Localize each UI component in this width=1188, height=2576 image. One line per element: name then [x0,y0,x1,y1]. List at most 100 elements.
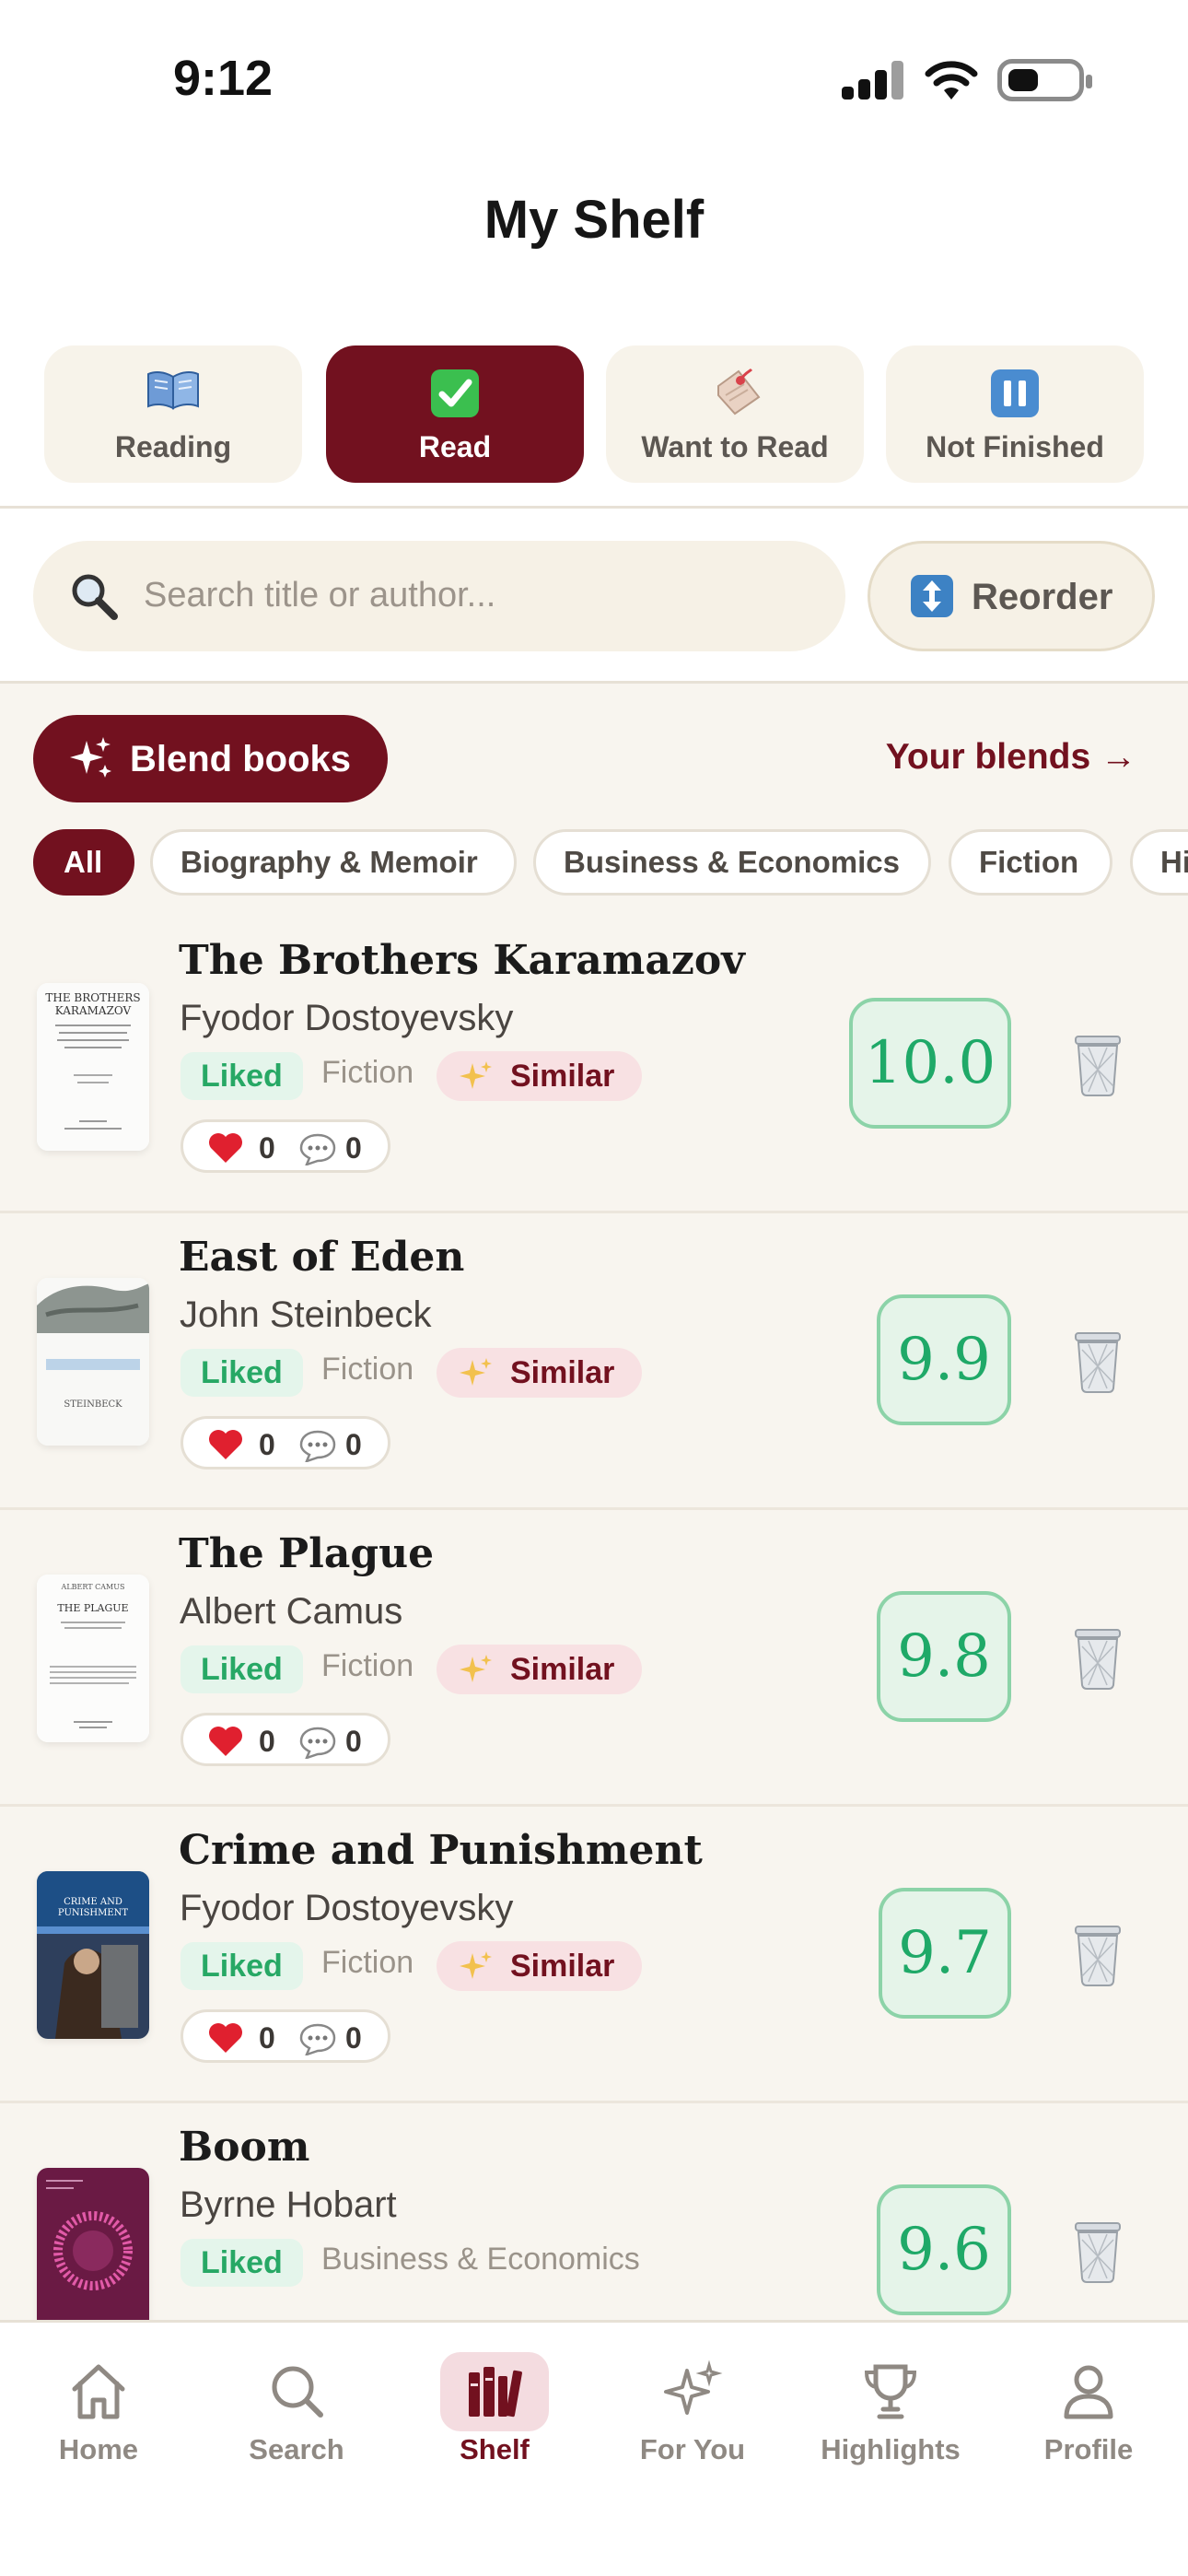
book-cover [37,2168,149,2336]
search-icon [72,574,118,620]
bookshelf-icon [469,2367,522,2418]
trash-icon[interactable] [1070,1921,1125,1987]
book-title[interactable]: The Brothers Karamazov [179,937,745,984]
reactions-pill[interactable]: 0 0 [181,1119,390,1173]
filter-chip-business-economics[interactable]: Business & Economics [533,829,931,896]
speech-bubble-icon [299,2023,336,2055]
like-count: 0 [259,1725,275,1758]
reactions-pill[interactable]: 0 0 [181,2009,390,2063]
book-row[interactable]: ALBERT CAMUS THE PLAGUE The Plague Albert… [0,1510,1188,1807]
filter-chip-all[interactable]: All [33,829,134,896]
filter-chip-history[interactable]: Hi [1130,829,1188,896]
score-badge: 9.8 [877,1591,1011,1722]
cellular-signal-icon [842,61,904,100]
trash-icon[interactable] [1070,1624,1125,1691]
book-cover: STEINBECK [37,1278,149,1446]
reactions-pill[interactable]: 0 0 [181,1416,390,1469]
tab-read[interactable]: Read [326,345,584,483]
nav-profile[interactable]: Profile [996,2359,1181,2498]
search-row: Search title or author... Reorder [0,509,1188,684]
up-down-arrow-icon [911,575,953,617]
genre-label: Fiction [321,1648,414,1683]
genre-label: Fiction [321,1352,414,1387]
similar-button[interactable]: Similar [437,1645,642,1694]
bookmark-tag-icon [606,368,864,419]
liked-badge: Liked [181,1942,303,1990]
nav-search-label: Search [249,2433,344,2465]
score-badge: 9.7 [879,1888,1011,2019]
nav-profile-label: Profile [1043,2433,1134,2465]
trophy-icon [864,2364,917,2419]
speech-bubble-icon [299,1727,336,1759]
filter-chip-biography-memoir[interactable]: Biography & Memoir [150,829,517,896]
book-row[interactable]: STEINBECK East of Eden John Steinbeck Li… [0,1213,1188,1510]
blend-books-label: Blend books [130,739,352,779]
liked-badge: Liked [181,2239,303,2287]
like-count: 0 [259,1428,275,1461]
svg-text:STEINBECK: STEINBECK [64,1399,122,1410]
search-input[interactable]: Search title or author... [33,541,845,651]
heart-icon [209,2023,242,2053]
blend-books-button[interactable]: Blend books [33,715,388,802]
nav-shelf[interactable]: Shelf [402,2352,587,2498]
heart-icon [209,1430,242,1459]
similar-button[interactable]: Similar [437,1348,642,1398]
battery-icon [997,59,1092,101]
book-row[interactable]: CRIME AND PUNISHMENT Crime and Punishment… [0,1807,1188,2103]
genre-label: Business & Economics [321,2242,640,2277]
book-author: Fyodor Dostoyevsky [180,998,514,1038]
score-badge: 9.9 [877,1294,1011,1425]
genre-label: Fiction [321,1945,414,1980]
similar-label: Similar [510,1355,615,1390]
liked-badge: Liked [181,1349,303,1397]
similar-button[interactable]: Similar [437,1051,642,1101]
book-cover: THE BROTHERS KARAMAZOV [37,983,149,1151]
tab-want-to-read[interactable]: Want to Read [606,345,864,483]
tab-not-finished-label: Not Finished [926,430,1104,463]
sparkles-icon [664,2359,723,2415]
book-title[interactable]: East of Eden [179,1234,464,1281]
nav-highlights-label: Highlights [821,2433,961,2465]
filter-chip-fiction[interactable]: Fiction [949,829,1112,896]
book-title[interactable]: Boom [179,2124,309,2171]
your-blends-link[interactable]: Your blends → [886,737,1136,778]
book-author: John Steinbeck [180,1294,432,1335]
nav-for-you[interactable]: For You [600,2359,785,2498]
nav-shelf-label: Shelf [460,2433,530,2465]
like-count: 0 [259,2021,275,2055]
like-count: 0 [259,1131,275,1165]
similar-label: Similar [510,1949,615,1984]
trash-icon[interactable] [1070,2218,1125,2284]
reorder-button[interactable]: Reorder [868,541,1155,651]
comment-count: 0 [345,1428,362,1461]
svg-text:KARAMAZOV: KARAMAZOV [55,1004,132,1017]
svg-text:THE BROTHERS: THE BROTHERS [45,991,140,1004]
genre-label: Fiction [321,1055,414,1090]
score-badge: 9.6 [877,2184,1011,2315]
reactions-pill[interactable]: 0 0 [181,1713,390,1766]
book-author: Fyodor Dostoyevsky [180,1888,514,1928]
reorder-label: Reorder [972,577,1113,617]
svg-text:THE PLAGUE: THE PLAGUE [57,1602,128,1614]
tab-not-finished[interactable]: Not Finished [886,345,1144,483]
tab-reading[interactable]: Reading [44,345,302,483]
heart-icon [209,1133,242,1163]
open-book-icon [44,368,302,419]
trash-icon[interactable] [1070,1328,1125,1394]
book-title[interactable]: The Plague [179,1530,434,1577]
app-screen: 9:12 My Shelf Reading Read Want to Read [0,0,1188,2576]
wifi-icon [925,61,978,100]
book-title[interactable]: Crime and Punishment [179,1827,703,1874]
book-row[interactable]: THE BROTHERS KARAMAZOV The Brothers Karam… [0,917,1188,1213]
similar-button[interactable]: Similar [437,1941,642,1991]
trash-icon[interactable] [1070,1031,1125,1097]
sparkles-icon [70,737,111,778]
status-bar: 9:12 [0,0,1188,138]
nav-highlights[interactable]: Highlights [798,2359,983,2498]
page-title: My Shelf [483,190,705,250]
search-icon [272,2366,323,2418]
nav-home[interactable]: Home [6,2359,191,2498]
nav-search[interactable]: Search [204,2359,389,2498]
pause-icon [886,368,1144,419]
comment-count: 0 [345,2021,362,2055]
